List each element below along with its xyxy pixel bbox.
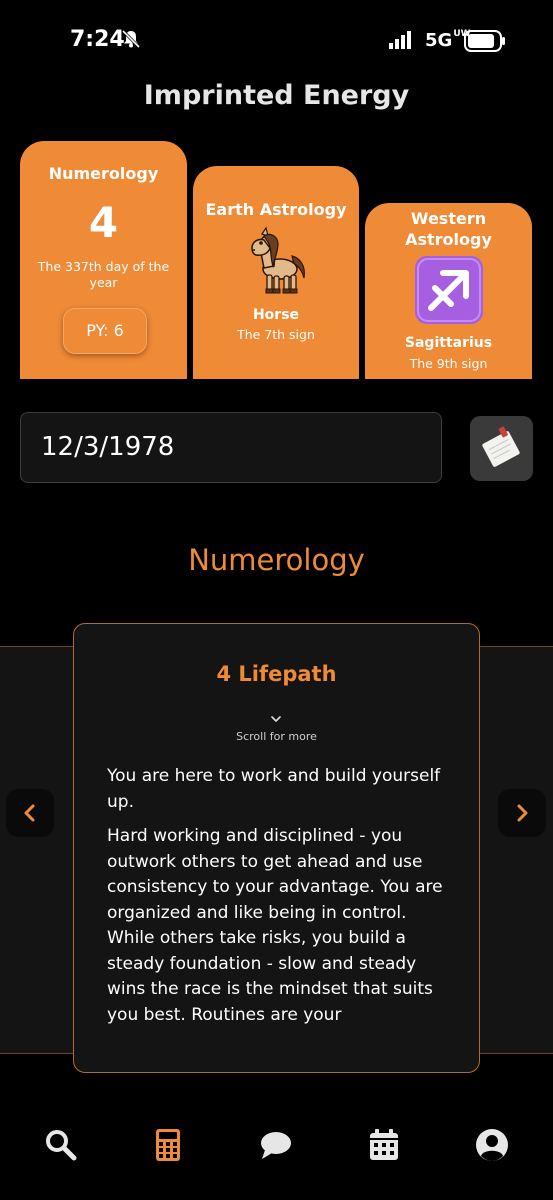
lifepath-panel[interactable]: 4 Lifepath Scroll for more You are here … — [73, 623, 480, 1073]
earth-astrology-card[interactable]: Earth Astrology Horse The 7th sign — [193, 166, 359, 379]
earth-sign-order: The 7th sign — [237, 327, 315, 342]
status-time: 7:24 — [70, 27, 125, 52]
horse-icon — [251, 226, 305, 294]
earth-astrology-title: Earth Astrology — [205, 200, 347, 219]
lifepath-heading: 4 Lifepath — [216, 662, 337, 686]
western-sign-order: The 9th sign — [409, 356, 488, 371]
search-icon — [46, 1130, 77, 1161]
lifepath-paragraph: Hard working and disciplined - you outwo… — [107, 826, 443, 1025]
numerology-day-text: The 337th day of the year — [37, 259, 170, 290]
sagittarius-icon — [415, 256, 483, 324]
bottom-nav — [0, 1110, 553, 1180]
tab-calculator[interactable] — [151, 1128, 185, 1162]
birthdate-input[interactable]: 12/3/1978 — [20, 412, 442, 483]
chevron-right-icon — [517, 804, 528, 822]
account-icon — [476, 1129, 508, 1161]
western-astrology-title: Western Astrology — [405, 209, 492, 249]
scroll-hint: Scroll for more — [236, 730, 317, 743]
calendar-note-icon — [482, 426, 520, 467]
calculator-icon — [156, 1129, 180, 1161]
tab-account[interactable] — [475, 1128, 509, 1162]
next-button[interactable] — [498, 789, 546, 837]
tab-calendar[interactable] — [367, 1128, 401, 1162]
bell-muted-icon — [121, 29, 141, 49]
calendar-icon — [370, 1129, 398, 1160]
lifepath-paragraph: You are here to work and build yourself … — [107, 766, 441, 812]
chevron-left-icon — [24, 804, 35, 822]
tab-chat[interactable] — [259, 1128, 293, 1162]
numerology-card[interactable]: Numerology 4 The 337th day of the year P… — [20, 141, 187, 379]
earth-sign-name: Horse — [252, 307, 300, 323]
western-astrology-card[interactable]: Western Astrology Sagittarius The 9th si… — [365, 203, 532, 379]
numerology-card-title: Numerology — [48, 164, 159, 183]
date-picker-button[interactable] — [470, 416, 533, 481]
signal-icon — [389, 31, 411, 49]
chat-icon — [261, 1132, 291, 1159]
previous-button[interactable] — [6, 789, 54, 837]
page-title: Imprinted Energy — [143, 80, 410, 111]
chevron-down-icon — [271, 716, 281, 722]
personal-year-button[interactable]: PY: 6 — [63, 308, 147, 354]
tab-search[interactable] — [44, 1128, 78, 1162]
section-title: Numerology — [188, 543, 365, 577]
western-sign-name: Sagittarius — [404, 335, 493, 351]
numerology-number: 4 — [88, 198, 119, 247]
battery-icon — [464, 30, 505, 52]
status-bar: 7:24 5GUW — [0, 0, 553, 84]
lifepath-description[interactable]: You are here to work and build yourself … — [107, 764, 457, 1037]
